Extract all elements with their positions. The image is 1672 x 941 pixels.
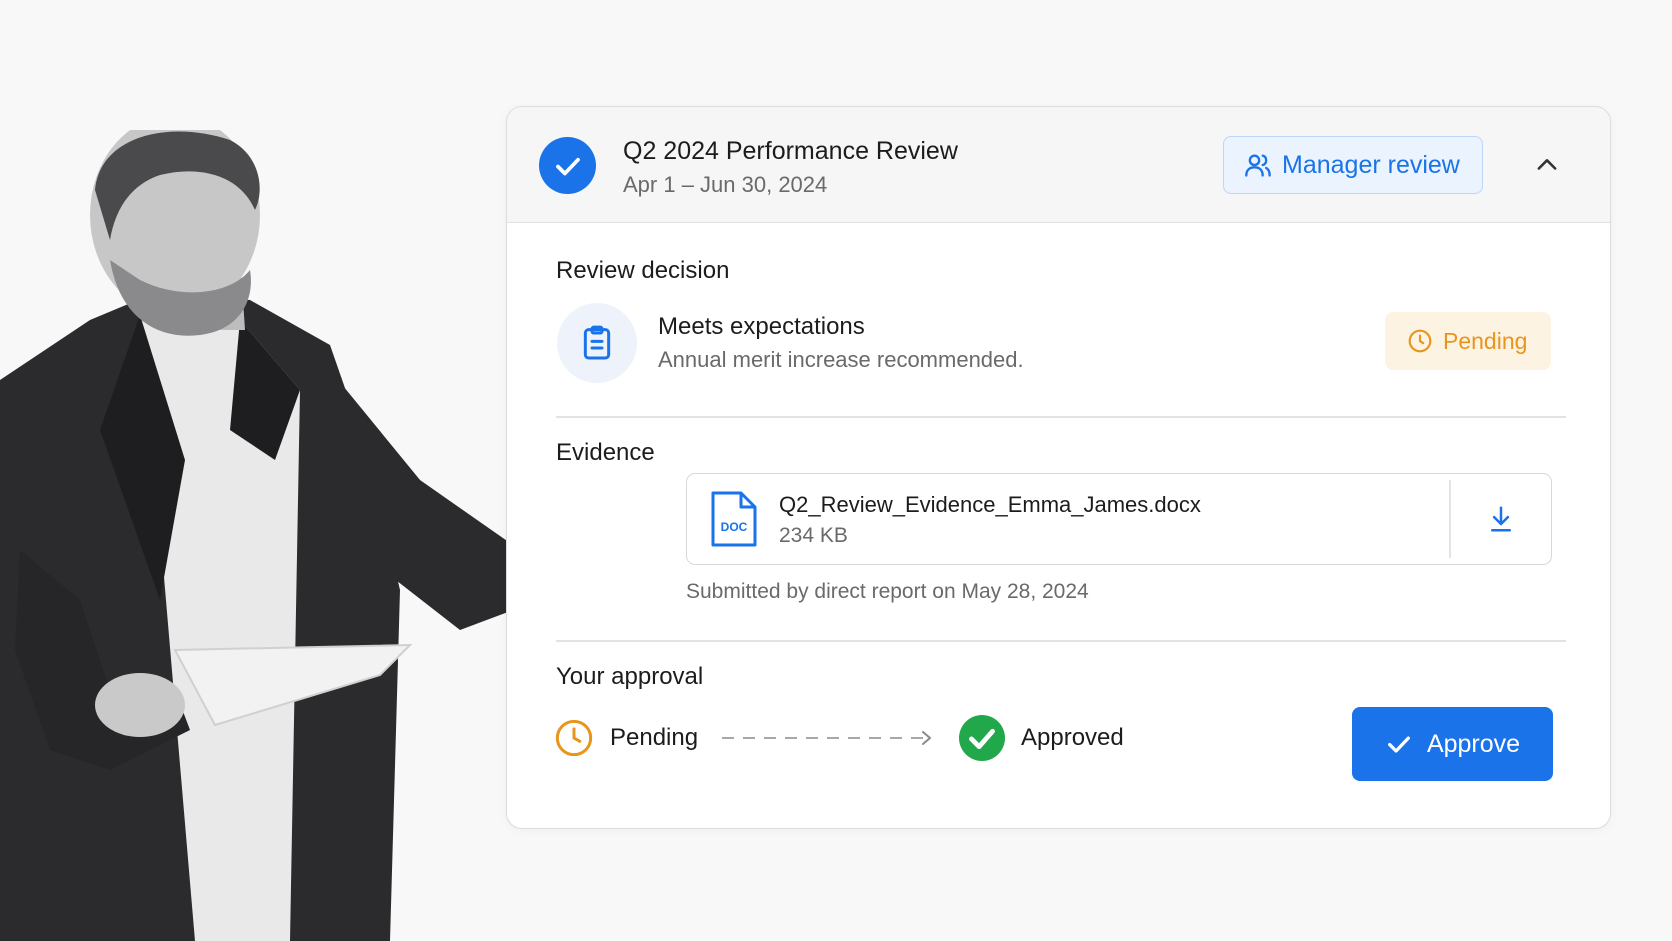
approved-step-label: Approved [1021,724,1124,751]
review-card: Q2 2024 Performance Review Apr 1 – Jun 3… [506,106,1611,829]
role-badge-label: Manager review [1282,150,1460,179]
submitted-note: Submitted by direct report on May 28, 20… [686,580,1089,603]
pending-step-label: Pending [610,724,699,751]
approval-step-approved: Approved [959,715,1124,761]
clock-icon [1408,329,1432,353]
clock-icon [555,719,593,757]
manager-review-badge[interactable]: Manager review [1223,136,1483,194]
download-icon [1491,506,1511,532]
decision-outcome: Meets expectations [658,313,865,340]
review-title: Q2 2024 Performance Review [623,137,958,165]
card-body: Review decision Meets expectations Annua… [532,223,1604,823]
card-header[interactable]: Q2 2024 Performance Review Apr 1 – Jun 3… [507,107,1610,223]
file-type-label: DOC [721,520,748,534]
collapse-button[interactable] [1527,145,1567,185]
your-approval-heading: Your approval [556,663,704,690]
transition-arrow [722,731,931,745]
doc-file-icon: DOC [711,491,757,547]
chevron-up-icon [1537,159,1557,170]
decision-status-label: Pending [1443,327,1528,354]
approve-button-label: Approve [1426,729,1521,758]
approval-step-pending: Pending [554,718,698,758]
review-period: Apr 1 – Jun 30, 2024 [623,172,828,197]
file-size: 234 KB [779,524,848,547]
approve-button[interactable]: Approve [1352,707,1553,781]
file-name: Q2_Review_Evidence_Emma_James.docx [779,492,1201,517]
clipboard-icon [557,303,637,383]
completed-check-icon [539,137,596,194]
review-decision-heading: Review decision [556,257,730,284]
users-icon [1245,154,1271,177]
decision-note: Annual merit increase recommended. [658,347,1024,372]
check-icon [1387,736,1410,753]
evidence-file-card[interactable]: DOC Q2_Review_Evidence_Emma_James.docx 2… [686,473,1552,565]
evidence-heading: Evidence [556,439,655,466]
divider [556,640,1566,642]
divider [556,416,1566,418]
approved-check-icon [959,715,1005,761]
decision-status-badge: Pending [1385,312,1551,370]
download-button[interactable] [1451,474,1551,564]
